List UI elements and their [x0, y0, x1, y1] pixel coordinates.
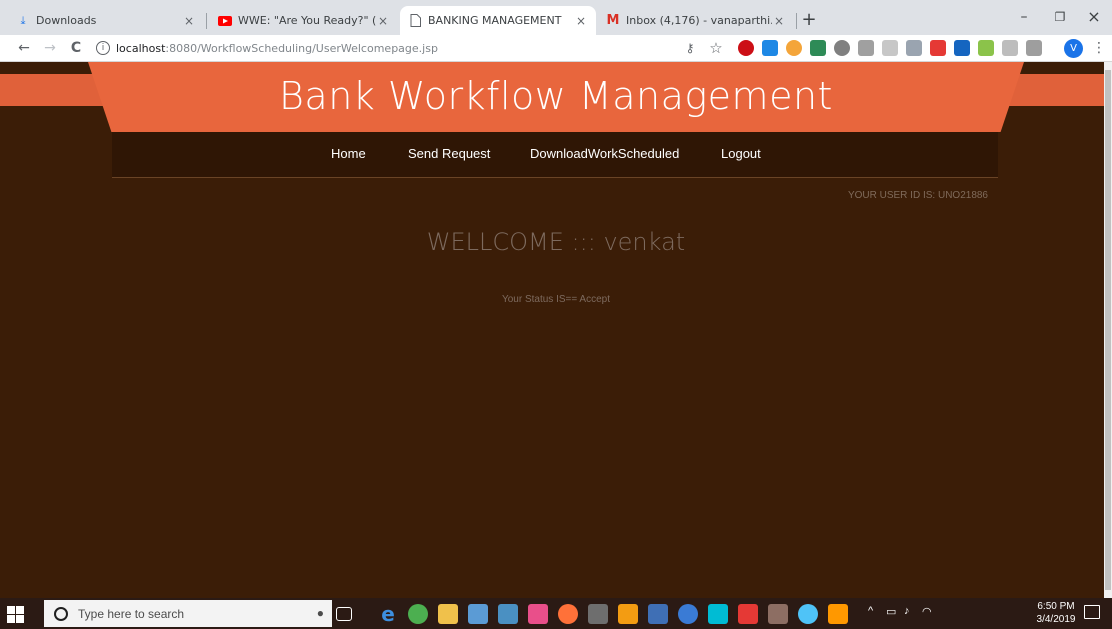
task-view-icon[interactable]	[336, 607, 352, 621]
app-icon[interactable]	[528, 604, 548, 624]
extension-icon[interactable]	[858, 40, 874, 56]
extension-icon[interactable]	[810, 40, 826, 56]
page-icon	[408, 14, 422, 28]
eclipse-icon[interactable]	[678, 604, 698, 624]
close-icon[interactable]: ×	[376, 14, 390, 28]
firefox-icon[interactable]	[558, 604, 578, 624]
tab-youtube[interactable]: WWE: "Are You Ready?" (D-Gene ×	[210, 6, 398, 35]
tab-title: BANKING MANAGEMENT	[428, 14, 562, 27]
url-host: localhost	[116, 41, 166, 55]
close-window-button[interactable]: ×	[1074, 4, 1112, 30]
taskbar-search-input[interactable]: Type here to search ●	[44, 600, 332, 627]
action-center-icon[interactable]	[1084, 605, 1100, 619]
app-icon[interactable]	[468, 604, 488, 624]
extension-icon[interactable]	[834, 40, 850, 56]
close-icon[interactable]: ×	[574, 14, 588, 28]
nav-download-work-scheduled[interactable]: DownloadWorkScheduled	[530, 146, 679, 161]
extension-icon[interactable]	[882, 40, 898, 56]
close-icon[interactable]: ×	[772, 14, 786, 28]
tab-downloads[interactable]: ⤓ Downloads ×	[8, 6, 204, 35]
opera-extension-icon[interactable]	[738, 40, 754, 56]
welcome-heading: WELLCOME ::: venkat	[426, 228, 686, 256]
nav-send-request[interactable]: Send Request	[408, 146, 490, 161]
wifi-icon[interactable]: ◠	[922, 605, 932, 618]
app-icon[interactable]	[708, 604, 728, 624]
volume-icon[interactable]: ♪	[904, 605, 910, 617]
tab-banking-management[interactable]: BANKING MANAGEMENT ×	[400, 6, 596, 35]
status-text: Your Status IS== Accept	[501, 294, 611, 305]
extension-icon[interactable]	[954, 40, 970, 56]
reload-button[interactable]: C	[66, 38, 86, 58]
close-icon[interactable]: ×	[182, 14, 196, 28]
acrobat-icon[interactable]	[738, 604, 758, 624]
microphone-icon[interactable]: ●	[317, 606, 324, 620]
browser-tab-strip: ⤓ Downloads × WWE: "Are You Ready?" (D-G…	[0, 0, 1112, 35]
tab-gmail[interactable]: M Inbox (4,176) - vanaparthi.venkat ×	[598, 6, 794, 35]
browser-toolbar: ← → C i localhost:8080/WorkflowSchedulin…	[0, 35, 1112, 62]
main-navbar: Home Send Request DownloadWorkScheduled …	[112, 132, 998, 178]
clock-date: 3/4/2019	[1036, 614, 1076, 625]
battery-icon[interactable]: ▭	[886, 605, 896, 618]
file-explorer-icon[interactable]	[498, 604, 518, 624]
youtube-icon	[218, 14, 232, 28]
app-icon[interactable]	[648, 604, 668, 624]
cortana-icon	[54, 606, 68, 621]
store-icon[interactable]	[438, 604, 458, 624]
new-tab-button[interactable]: +	[798, 10, 820, 32]
tab-separator	[796, 13, 797, 29]
minimize-button[interactable]: –	[1004, 4, 1044, 30]
taskbar-clock[interactable]: 6:50 PM 3/4/2019	[1036, 600, 1076, 626]
extension-icon[interactable]	[1002, 40, 1018, 56]
extension-icon[interactable]	[930, 40, 946, 56]
download-icon: ⤓	[20, 13, 26, 27]
bookmark-star-icon[interactable]: ☆	[706, 38, 726, 58]
windows-start-icon[interactable]	[6, 604, 26, 624]
app-icon[interactable]	[588, 604, 608, 624]
url-path: :8080/WorkflowScheduling/UserWelcomepage…	[165, 41, 438, 55]
extension-icon[interactable]	[762, 40, 778, 56]
chrome-icon[interactable]	[408, 604, 428, 624]
search-placeholder: Type here to search	[78, 606, 185, 621]
browser-menu-icon[interactable]: ⋮	[1092, 38, 1106, 58]
tab-title: WWE: "Are You Ready?" (D-Gene	[238, 14, 376, 27]
extension-icon[interactable]	[906, 40, 922, 56]
windows-taskbar: Type here to search ● e ^ ▭ ♪ ◠ 6:50 PM …	[0, 598, 1112, 629]
extension-icon[interactable]	[1026, 40, 1042, 56]
page-viewport: Bank Workflow Management Home Send Reque…	[0, 62, 1104, 598]
tab-title: Downloads	[36, 14, 97, 27]
tab-separator	[206, 13, 207, 29]
key-icon[interactable]: ⚷	[680, 38, 700, 58]
app-icon[interactable]	[798, 604, 818, 624]
site-title: Bank Workflow Management	[279, 74, 833, 118]
nav-home[interactable]: Home	[331, 146, 366, 161]
edge-icon[interactable]: e	[378, 604, 398, 624]
tray-overflow-icon[interactable]: ^	[868, 605, 873, 617]
page-scrollbar[interactable]	[1104, 62, 1112, 598]
info-icon[interactable]: i	[96, 41, 110, 55]
extension-icon[interactable]	[786, 40, 802, 56]
tab-title: Inbox (4,176) - vanaparthi.venkat	[626, 14, 772, 27]
address-bar[interactable]: i localhost:8080/WorkflowScheduling/User…	[96, 37, 714, 59]
nav-logout[interactable]: Logout	[721, 146, 761, 161]
back-button[interactable]: ←	[14, 38, 34, 58]
profile-avatar[interactable]: V	[1064, 39, 1083, 58]
scrollbar-thumb[interactable]	[1105, 70, 1111, 590]
extension-icon[interactable]	[978, 40, 994, 56]
forward-button[interactable]: →	[40, 38, 60, 58]
gmail-icon: M	[606, 13, 620, 28]
sublime-text-icon[interactable]	[618, 604, 638, 624]
user-id-label: YOUR USER ID IS: UNO21886	[847, 190, 988, 201]
app-icon[interactable]	[768, 604, 788, 624]
vlc-icon[interactable]	[828, 604, 848, 624]
clock-time: 6:50 PM	[1037, 601, 1075, 612]
